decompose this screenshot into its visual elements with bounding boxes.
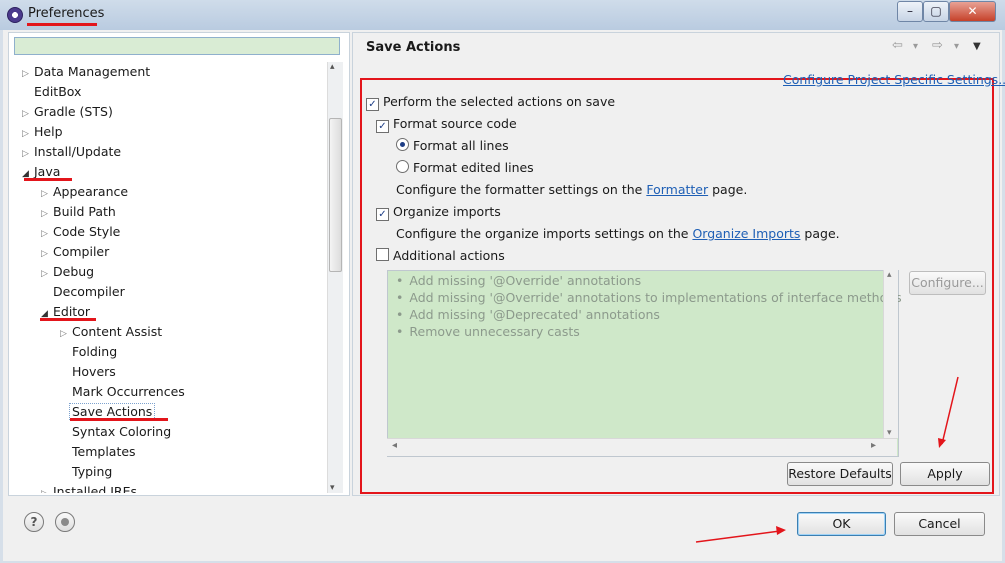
annotation-arrows [695, 376, 959, 543]
arrow-to-ok-head [776, 526, 786, 535]
arrow-to-ok [695, 530, 781, 543]
arrow-to-apply [941, 376, 959, 445]
arrow-to-apply-head [938, 438, 946, 448]
